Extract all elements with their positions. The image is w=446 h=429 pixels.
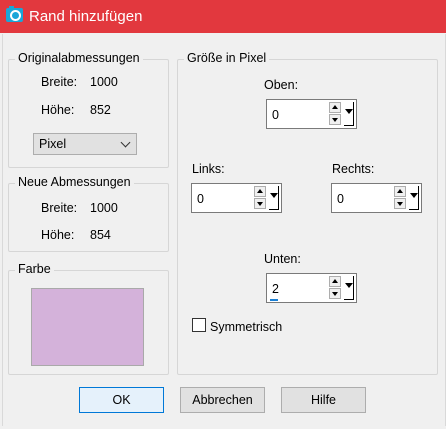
top-value[interactable]: 0: [272, 108, 279, 122]
original-dimensions-label: Originalabmessungen: [15, 51, 143, 65]
bottom-dropdown-icon[interactable]: [344, 276, 354, 300]
left-increment-button[interactable]: [254, 186, 266, 197]
symmetric-checkbox[interactable]: [192, 318, 206, 332]
color-swatch[interactable]: [31, 288, 144, 366]
left-spinner[interactable]: 0: [191, 183, 282, 213]
cancel-button[interactable]: Abbrechen: [180, 387, 265, 413]
original-width-value: 1000: [90, 75, 118, 89]
help-button[interactable]: Hilfe: [281, 387, 366, 413]
window-title: Rand hinzufügen: [29, 8, 143, 25]
title-bar[interactable]: Rand hinzufügen: [0, 0, 446, 33]
top-dropdown-icon[interactable]: [344, 102, 354, 126]
original-width-label: Breite:: [41, 75, 78, 89]
top-label: Oben:: [264, 78, 299, 92]
bottom-spinner[interactable]: 2: [266, 273, 357, 303]
right-decrement-button[interactable]: [394, 198, 406, 209]
new-height-label: Höhe:: [41, 228, 75, 242]
symmetric-label[interactable]: Symmetrisch: [210, 320, 282, 334]
color-group-label: Farbe: [15, 262, 54, 276]
ok-button-label: OK: [112, 393, 131, 407]
original-height-label: Höhe:: [41, 103, 75, 117]
new-height-value: 854: [90, 228, 111, 242]
text-caret-indicator: [270, 299, 278, 301]
left-label: Links:: [192, 162, 225, 176]
new-width-label: Breite:: [41, 201, 78, 215]
camera-icon: [6, 6, 23, 22]
right-value[interactable]: 0: [337, 192, 344, 206]
new-width-value: 1000: [90, 201, 118, 215]
left-value[interactable]: 0: [197, 192, 204, 206]
unit-select[interactable]: Pixel: [33, 133, 137, 155]
bottom-increment-button[interactable]: [329, 276, 341, 287]
unit-select-value: Pixel: [39, 137, 67, 151]
top-spinner[interactable]: 0: [266, 99, 357, 129]
left-dropdown-icon[interactable]: [269, 186, 279, 210]
ok-button[interactable]: OK: [79, 387, 164, 413]
right-dropdown-icon[interactable]: [409, 186, 419, 210]
original-height-value: 852: [90, 103, 111, 117]
new-dimensions-group: Neue Abmessungen: [8, 175, 169, 252]
right-label: Rechts:: [332, 162, 375, 176]
bottom-label: Unten:: [264, 252, 301, 266]
left-decrement-button[interactable]: [254, 198, 266, 209]
help-button-label: Hilfe: [310, 393, 336, 407]
bottom-decrement-button[interactable]: [329, 288, 341, 299]
top-increment-button[interactable]: [329, 102, 341, 113]
bottom-value[interactable]: 2: [272, 282, 279, 296]
right-spinner[interactable]: 0: [331, 183, 422, 213]
new-dimensions-label: Neue Abmessungen: [15, 175, 134, 189]
size-group-label: Größe in Pixel: [184, 51, 270, 65]
right-increment-button[interactable]: [394, 186, 406, 197]
top-decrement-button[interactable]: [329, 114, 341, 125]
chevron-down-icon: [120, 137, 131, 148]
cancel-button-label: Abbrechen: [192, 393, 253, 407]
